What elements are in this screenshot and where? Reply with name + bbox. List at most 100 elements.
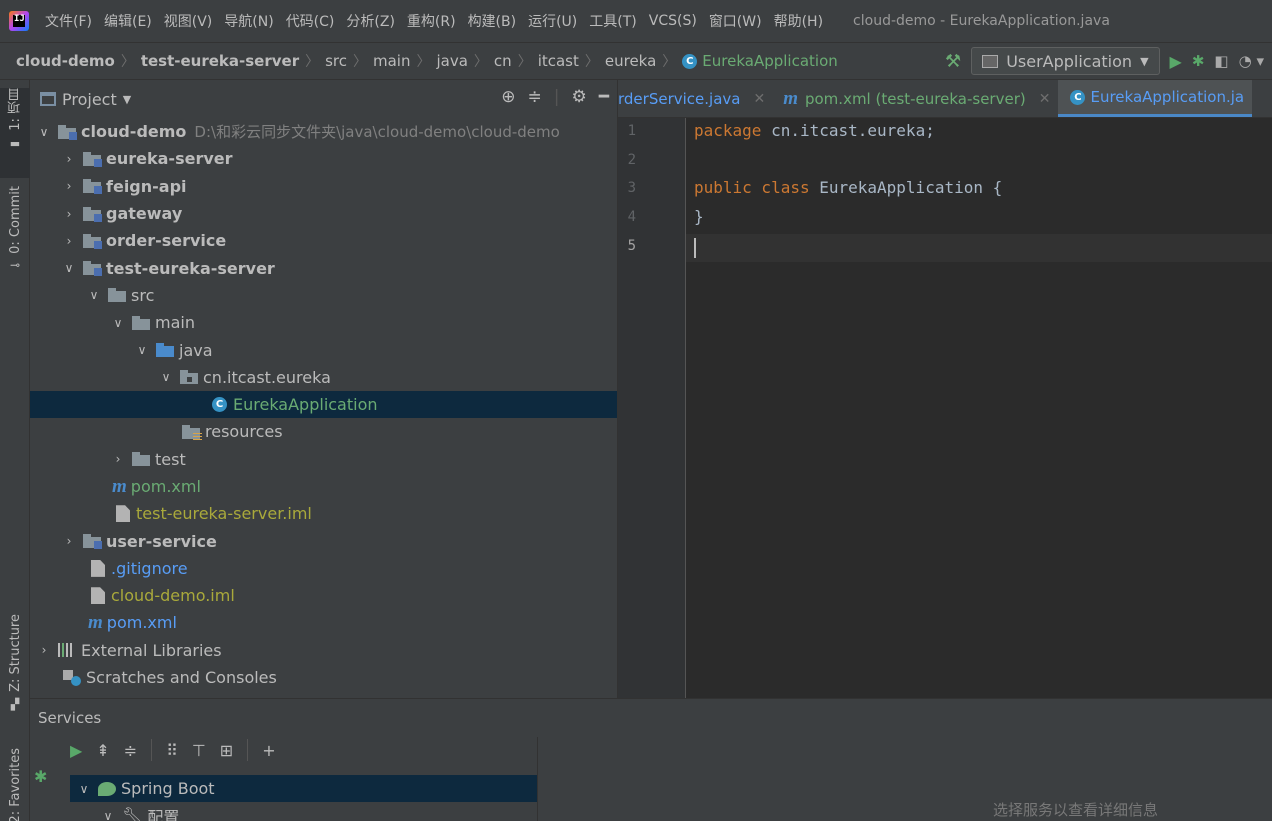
tree-item-package[interactable]: ∨ cn.itcast.eureka bbox=[30, 364, 617, 391]
project-tool-tab-label: 1: 项目 bbox=[7, 88, 23, 131]
tree-item-external-libraries[interactable]: › External Libraries bbox=[30, 637, 617, 664]
folder-icon bbox=[108, 288, 126, 303]
hide-minus-icon[interactable]: ━ bbox=[599, 87, 609, 107]
menu-view[interactable]: 视图(V) bbox=[158, 11, 219, 31]
chevron-down-icon[interactable]: ∨ bbox=[160, 370, 172, 384]
tab-eureka-application[interactable]: C EurekaApplication.ja bbox=[1058, 80, 1253, 117]
group-by-icon[interactable]: ⠿ bbox=[166, 741, 178, 760]
menu-code[interactable]: 代码(C) bbox=[280, 11, 341, 31]
text-caret bbox=[694, 238, 696, 258]
services-tree: ∨ Spring Boot ∨ 🔧︎ 配置 bbox=[70, 775, 537, 821]
debug-bug-icon[interactable]: ✱ bbox=[1192, 52, 1205, 70]
tab-pom-xml[interactable]: m pom.xml (test-eureka-server) ✕ bbox=[773, 80, 1058, 117]
chevron-down-icon[interactable]: ∨ bbox=[112, 316, 124, 330]
tree-item-resources[interactable]: › resources bbox=[30, 418, 617, 445]
intellij-logo-icon[interactable]: IJ bbox=[9, 11, 29, 31]
breadcrumb-eureka[interactable]: eureka bbox=[601, 52, 660, 70]
expand-all-icon[interactable]: ⇞ bbox=[96, 741, 109, 760]
tree-item-config[interactable]: ∨ 🔧︎ 配置 bbox=[70, 802, 537, 821]
collapse-all-icon[interactable]: ≑ bbox=[528, 87, 542, 107]
line-number: 5 bbox=[627, 238, 636, 254]
chevron-down-icon[interactable]: ∨ bbox=[136, 343, 148, 357]
menu-help[interactable]: 帮助(H) bbox=[768, 11, 829, 31]
chevron-right-icon[interactable]: › bbox=[63, 534, 75, 548]
tree-item-main[interactable]: ∨ main bbox=[30, 309, 617, 336]
coverage-icon[interactable]: ◧ bbox=[1214, 52, 1228, 70]
tree-item-gateway[interactable]: › gateway bbox=[30, 200, 617, 227]
menu-edit[interactable]: 编辑(E) bbox=[98, 11, 158, 31]
chevron-right-icon[interactable]: › bbox=[63, 207, 75, 221]
tree-item-feign-api[interactable]: › feign-api bbox=[30, 173, 617, 200]
tree-item-scratches[interactable]: Scratches and Consoles bbox=[30, 664, 617, 691]
chevron-right-icon[interactable]: › bbox=[38, 643, 50, 657]
breadcrumb-src[interactable]: src bbox=[321, 52, 351, 70]
tree-item-spring-boot[interactable]: ∨ Spring Boot bbox=[70, 775, 537, 802]
tree-item-cloud-demo-iml[interactable]: cloud-demo.iml bbox=[30, 582, 617, 609]
tree-item-test[interactable]: › test bbox=[30, 446, 617, 473]
tree-item-eureka-server[interactable]: › eureka-server bbox=[30, 145, 617, 172]
project-view-selector[interactable]: Project ▼ bbox=[40, 90, 131, 109]
tree-item-cloud-demo[interactable]: ∨ cloud-demo D:\和彩云同步文件夹\java\cloud-demo… bbox=[30, 118, 617, 145]
menu-tools[interactable]: 工具(T) bbox=[583, 11, 642, 31]
menu-window[interactable]: 窗口(W) bbox=[703, 11, 768, 31]
structure-icon: ▞ bbox=[10, 697, 20, 711]
chevron-down-icon[interactable]: ∨ bbox=[38, 125, 50, 139]
project-tool-tab[interactable]: 1: 项目 ▬ bbox=[0, 88, 30, 178]
filter-icon[interactable]: ⊤ bbox=[192, 741, 206, 760]
tree-item-label: src bbox=[131, 285, 155, 305]
services-panel: Services ▶ ⇞ ≑ ⠿ ⊤ ⊞ + ✱ ∨ Spring Boot ∨… bbox=[30, 698, 1272, 821]
structure-tool-tab[interactable]: Z: Structure ▞ bbox=[0, 614, 30, 722]
new-tab-icon[interactable]: ⊞ bbox=[220, 741, 233, 760]
favorites-tool-tab[interactable]: 2: Favorites bbox=[0, 748, 30, 821]
menu-file[interactable]: 文件(F) bbox=[39, 11, 98, 31]
breadcrumb-itcast[interactable]: itcast bbox=[534, 52, 583, 70]
tree-item-test-eureka-server[interactable]: ∨ test-eureka-server bbox=[30, 254, 617, 281]
breadcrumb-test-eureka-server[interactable]: test-eureka-server bbox=[137, 52, 303, 70]
breadcrumb-separator-icon: 〉 bbox=[416, 54, 431, 70]
breadcrumb-cn[interactable]: cn bbox=[490, 52, 516, 70]
chevron-down-icon[interactable]: ∨ bbox=[102, 809, 114, 821]
add-plus-icon[interactable]: + bbox=[262, 741, 275, 760]
chevron-right-icon[interactable]: › bbox=[63, 179, 75, 193]
collapse-all-icon[interactable]: ≑ bbox=[124, 741, 137, 760]
tree-item-order-service[interactable]: › order-service bbox=[30, 227, 617, 254]
breadcrumb-active-class[interactable]: C EurekaApplication bbox=[678, 52, 841, 70]
run-icon[interactable]: ▶ bbox=[1170, 52, 1182, 71]
debug-bug-icon[interactable]: ✱ bbox=[34, 767, 47, 786]
locate-crosshair-icon[interactable]: ⊕ bbox=[501, 87, 515, 107]
run-icon[interactable]: ▶ bbox=[70, 741, 82, 760]
tree-item-java[interactable]: ∨ java bbox=[30, 336, 617, 363]
tree-item-pom-xml[interactable]: m pom.xml bbox=[30, 473, 617, 500]
menu-analyze[interactable]: 分析(Z) bbox=[340, 11, 401, 31]
close-icon[interactable]: ✕ bbox=[1039, 91, 1051, 107]
menu-run[interactable]: 运行(U) bbox=[522, 11, 583, 31]
menu-navigate[interactable]: 导航(N) bbox=[218, 11, 279, 31]
code-editor[interactable]: 1 2 3 4 5 package cn.itcast.eureka; publ… bbox=[618, 118, 1272, 698]
gear-icon[interactable]: ⚙ bbox=[572, 87, 587, 107]
tree-item-src[interactable]: ∨ src bbox=[30, 282, 617, 309]
chevron-right-icon[interactable]: › bbox=[112, 452, 124, 466]
tree-item-root-pom[interactable]: m pom.xml bbox=[30, 609, 617, 636]
menu-vcs[interactable]: VCS(S) bbox=[643, 13, 703, 29]
profile-icon[interactable]: ◔ ▾ bbox=[1239, 52, 1264, 70]
chevron-down-icon[interactable]: ∨ bbox=[88, 288, 100, 302]
tree-item-gitignore[interactable]: .gitignore bbox=[30, 555, 617, 582]
tree-item-iml[interactable]: test-eureka-server.iml bbox=[30, 500, 617, 527]
breadcrumb-java[interactable]: java bbox=[432, 52, 471, 70]
chevron-right-icon[interactable]: › bbox=[63, 152, 75, 166]
chevron-down-icon[interactable]: ∨ bbox=[78, 782, 90, 796]
tree-item-eureka-application[interactable]: C EurekaApplication bbox=[30, 390, 617, 419]
code-line-3: public class EurekaApplication { bbox=[694, 178, 1002, 197]
run-configuration-select[interactable]: UserApplication ▼ bbox=[971, 47, 1160, 75]
tab-order-service[interactable]: rderService.java ✕ bbox=[618, 80, 773, 117]
chevron-right-icon[interactable]: › bbox=[63, 234, 75, 248]
commit-tool-tab[interactable]: 0: Commit ⊸ bbox=[0, 186, 30, 282]
close-icon[interactable]: ✕ bbox=[753, 91, 765, 107]
menu-refactor[interactable]: 重构(R) bbox=[401, 11, 462, 31]
breadcrumb-main[interactable]: main bbox=[369, 52, 414, 70]
chevron-down-icon[interactable]: ∨ bbox=[63, 261, 75, 275]
tree-item-user-service[interactable]: › user-service bbox=[30, 527, 617, 554]
breadcrumb-cloud-demo[interactable]: cloud-demo bbox=[12, 52, 119, 70]
build-hammer-icon[interactable]: ⚒ bbox=[945, 51, 961, 72]
menu-build[interactable]: 构建(B) bbox=[462, 11, 523, 31]
